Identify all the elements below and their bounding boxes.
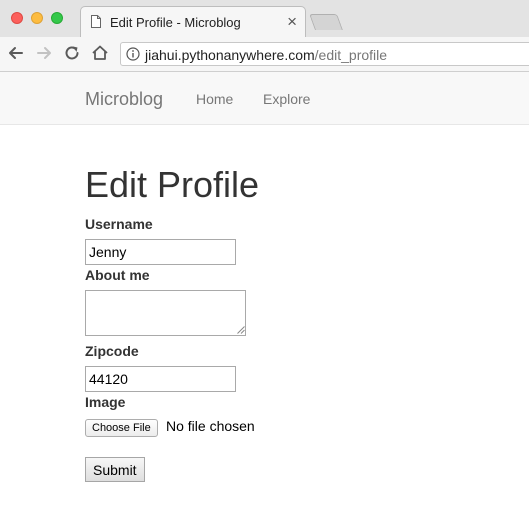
browser-tab[interactable]: Edit Profile - Microblog × (80, 6, 306, 38)
url-text: jiahui.pythonanywhere.com/edit_profile (145, 47, 387, 63)
url-path: /edit_profile (314, 47, 388, 63)
nav-link-explore[interactable]: Explore (263, 91, 310, 107)
info-icon[interactable] (126, 47, 140, 61)
zipcode-label: Zipcode (85, 343, 139, 359)
window-close-button[interactable] (11, 12, 23, 24)
reload-icon[interactable] (62, 43, 82, 63)
image-label: Image (85, 394, 126, 410)
window-minimize-button[interactable] (31, 12, 43, 24)
nav-link-home[interactable]: Home (196, 91, 233, 107)
back-arrow-icon[interactable] (6, 43, 26, 63)
document-icon (91, 15, 101, 28)
browser-toolbar: jiahui.pythonanywhere.com/edit_profile (0, 37, 529, 72)
new-tab-button[interactable] (309, 14, 343, 30)
home-icon[interactable] (90, 43, 110, 63)
choose-file-button[interactable]: Choose File (85, 419, 158, 437)
address-bar[interactable]: jiahui.pythonanywhere.com/edit_profile (120, 42, 529, 66)
username-input[interactable] (85, 239, 236, 265)
resize-grip-icon[interactable] (237, 326, 245, 334)
tab-title: Edit Profile - Microblog (110, 15, 241, 30)
forward-arrow-icon[interactable] (34, 43, 54, 63)
url-host: jiahui.pythonanywhere.com (145, 47, 315, 63)
about-me-textarea[interactable] (85, 290, 246, 336)
username-label: Username (85, 216, 153, 232)
submit-button[interactable]: Submit (85, 457, 145, 482)
tab-close-icon[interactable]: × (287, 12, 297, 32)
about-me-label: About me (85, 267, 150, 283)
site-navbar: Microblog Home Explore (0, 72, 529, 125)
zipcode-input[interactable] (85, 366, 236, 392)
browser-tab-strip: Edit Profile - Microblog × (0, 0, 529, 38)
page-title: Edit Profile (85, 164, 260, 205)
brand-link[interactable]: Microblog (85, 89, 163, 110)
window-maximize-button[interactable] (51, 12, 63, 24)
file-status-text: No file chosen (166, 418, 255, 434)
